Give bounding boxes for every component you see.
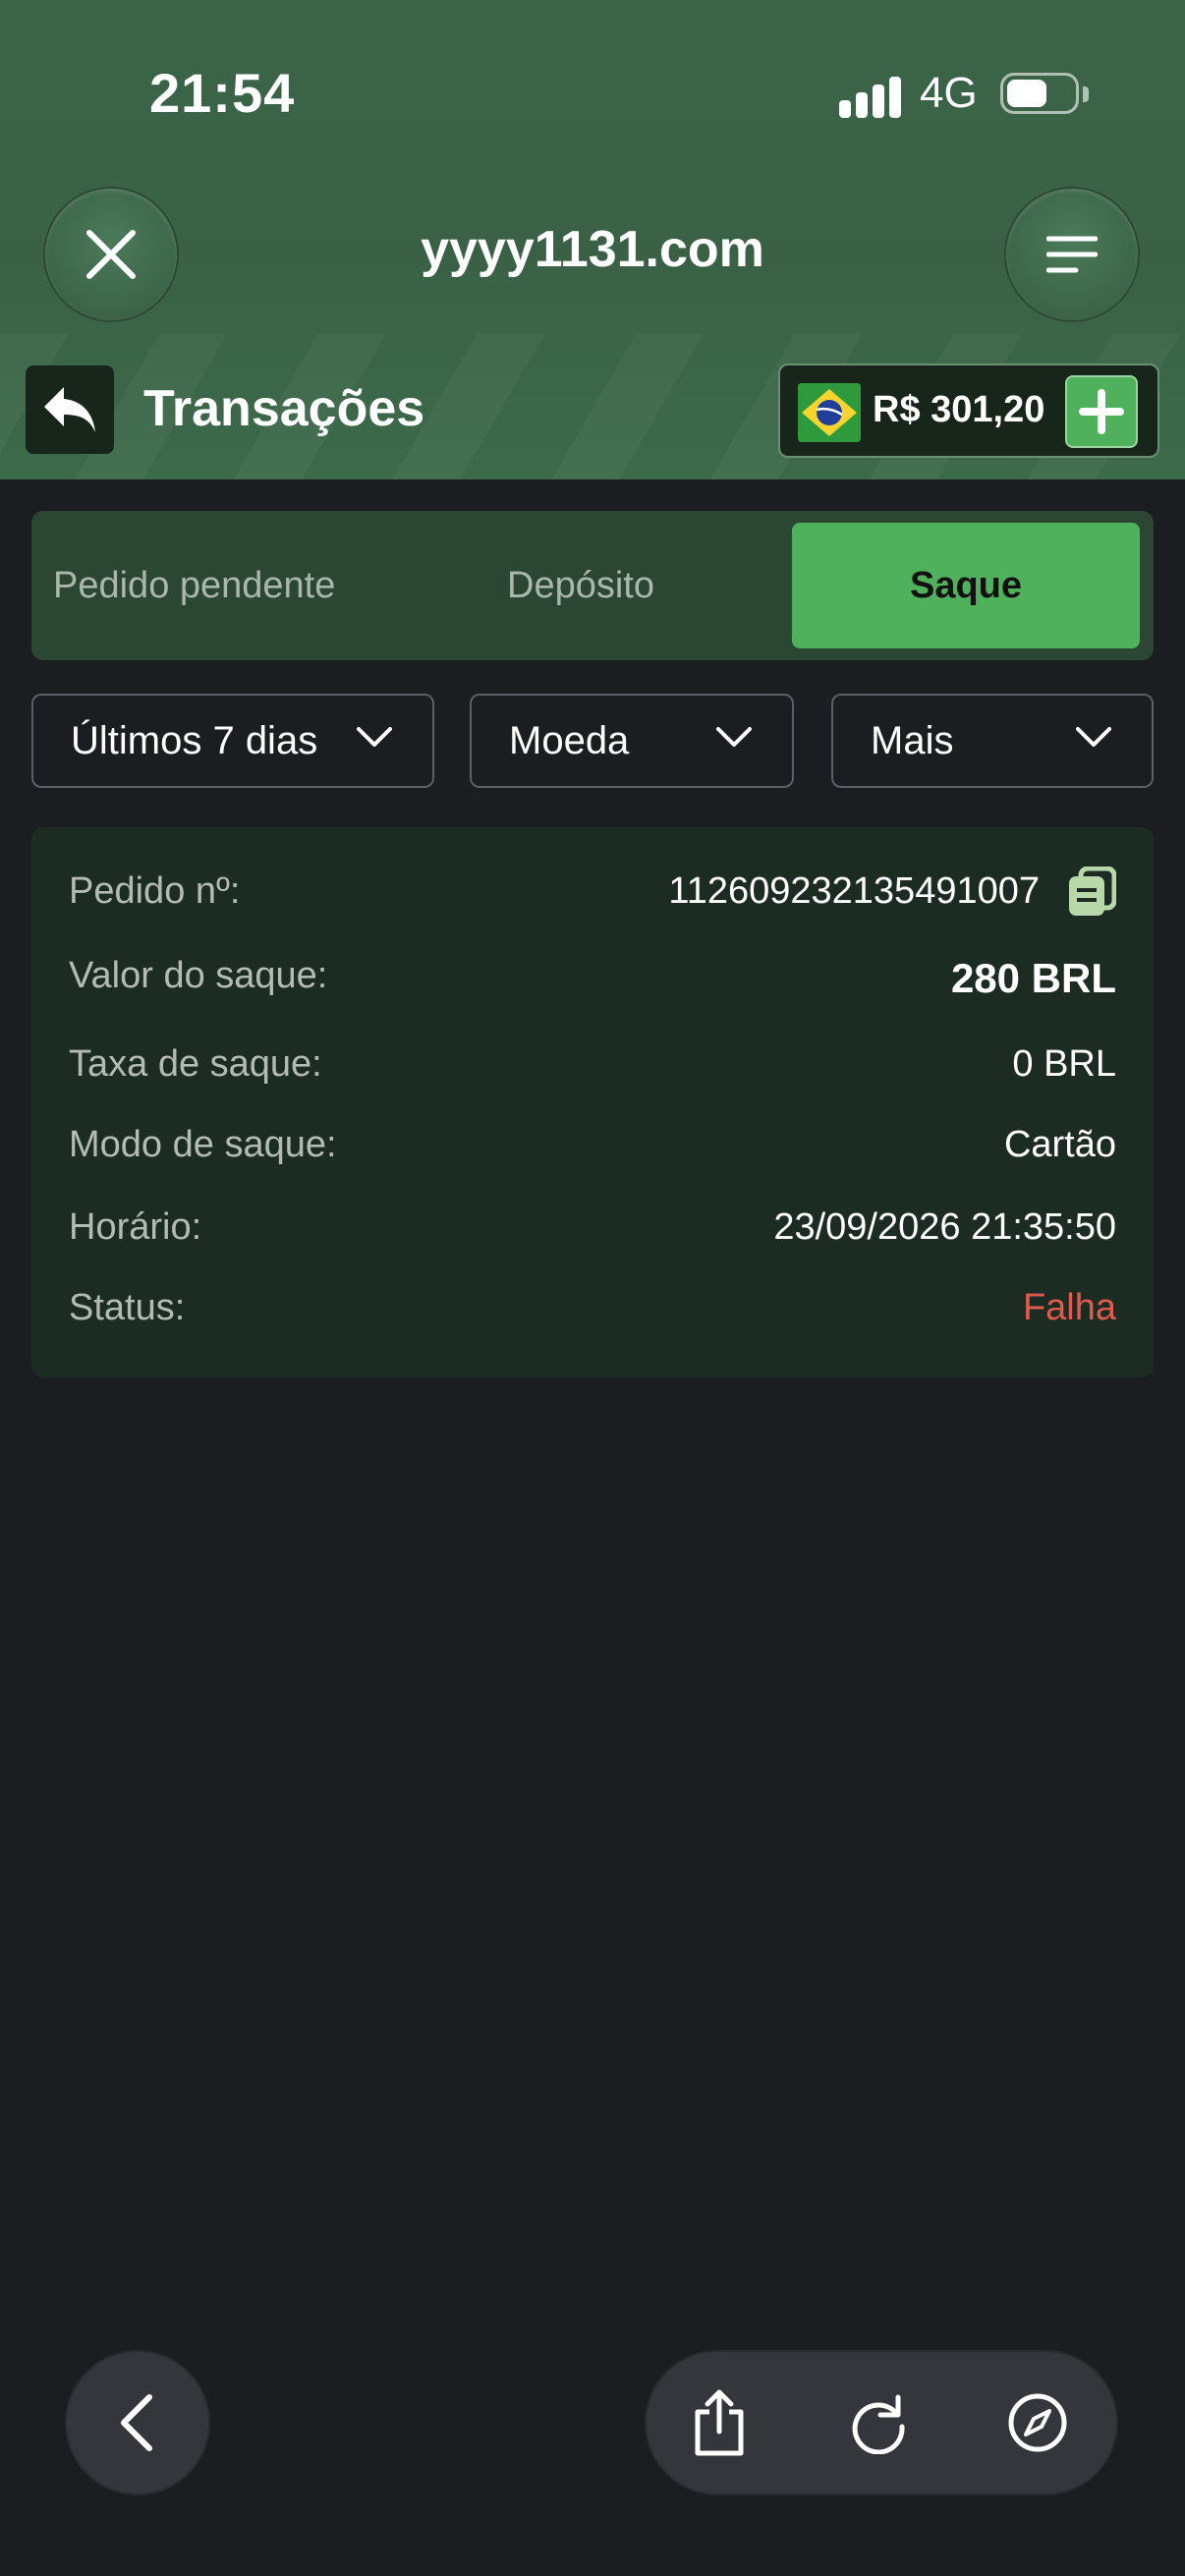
- transaction-tabs: Pedido pendente Depósito Saque: [31, 511, 1154, 660]
- status-row: Status: Falha: [69, 1287, 1116, 1346]
- reply-back-icon: [44, 387, 95, 432]
- share-icon: [695, 2389, 744, 2456]
- menu-button[interactable]: [1006, 189, 1138, 320]
- period-filter-label: Últimos 7 dias: [71, 718, 318, 762]
- page-title: Transações: [143, 380, 425, 437]
- order-row: Pedido nº: 112609232135491007: [69, 867, 1116, 929]
- time-row: Horário: 23/09/2026 21:35:50: [69, 1206, 1116, 1265]
- more-filter[interactable]: Mais: [831, 694, 1154, 788]
- order-number: 112609232135491007: [668, 870, 1040, 912]
- more-filter-label: Mais: [871, 718, 954, 762]
- fee-row: Taxa de saque: 0 BRL: [69, 1043, 1116, 1102]
- tab-pending[interactable]: Pedido pendente: [53, 511, 335, 660]
- network-label: 4G: [920, 69, 978, 117]
- compass-button[interactable]: [1002, 2387, 1073, 2458]
- order-label: Pedido nº:: [69, 870, 241, 912]
- mode-value: Cartão: [1003, 1124, 1116, 1165]
- deposit-plus-button[interactable]: [1065, 375, 1138, 448]
- status-time: 21:54: [149, 62, 296, 124]
- tab-withdraw[interactable]: Saque: [792, 523, 1140, 648]
- reload-icon: [852, 2394, 905, 2454]
- balance-widget: R$ 301,20: [778, 364, 1159, 458]
- copy-icon[interactable]: [1067, 867, 1116, 918]
- status-label: Status:: [69, 1287, 186, 1328]
- currency-filter[interactable]: Moeda: [470, 694, 794, 788]
- reload-button[interactable]: [843, 2387, 914, 2458]
- fee-value: 0 BRL: [1012, 1043, 1116, 1085]
- amount-row: Valor do saque: 280 BRL: [69, 955, 1116, 1014]
- time-value: 23/09/2026 21:35:50: [773, 1206, 1116, 1248]
- back-button[interactable]: [26, 365, 114, 454]
- brazil-flag-icon: [798, 383, 861, 442]
- amount-value: 280 BRL: [950, 955, 1116, 1001]
- fee-label: Taxa de saque:: [69, 1043, 322, 1085]
- chevron-down-icon: [357, 727, 392, 747]
- chevron-left-icon: [121, 2394, 152, 2451]
- status-value: Falha: [1022, 1287, 1116, 1328]
- period-filter[interactable]: Últimos 7 dias: [31, 694, 434, 788]
- transaction-card: Pedido nº: 112609232135491007 Valor do s…: [31, 827, 1154, 1377]
- time-label: Horário:: [69, 1206, 202, 1248]
- battery-tip: [1083, 86, 1089, 102]
- amount-label: Valor do saque:: [69, 955, 328, 996]
- browser-back-button[interactable]: [67, 2352, 208, 2493]
- menu-icon: [1046, 236, 1098, 273]
- share-button[interactable]: [684, 2387, 755, 2458]
- browser-toolbar: [647, 2352, 1116, 2493]
- mode-label: Modo de saque:: [69, 1124, 337, 1165]
- signal-icon: [839, 75, 902, 118]
- plus-icon: [1079, 389, 1124, 434]
- header: 21:54 4G yyyy1131.com Transações R$ 301,…: [0, 0, 1185, 479]
- compass-icon: [1008, 2393, 1067, 2452]
- mode-row: Modo de saque: Cartão: [69, 1124, 1116, 1183]
- battery-icon: [1000, 73, 1079, 114]
- chevron-down-icon: [1076, 727, 1111, 747]
- currency-filter-label: Moeda: [509, 718, 630, 762]
- chevron-down-icon: [716, 727, 752, 747]
- balance-amount: R$ 301,20: [873, 389, 1045, 430]
- tab-deposit[interactable]: Depósito: [507, 511, 654, 660]
